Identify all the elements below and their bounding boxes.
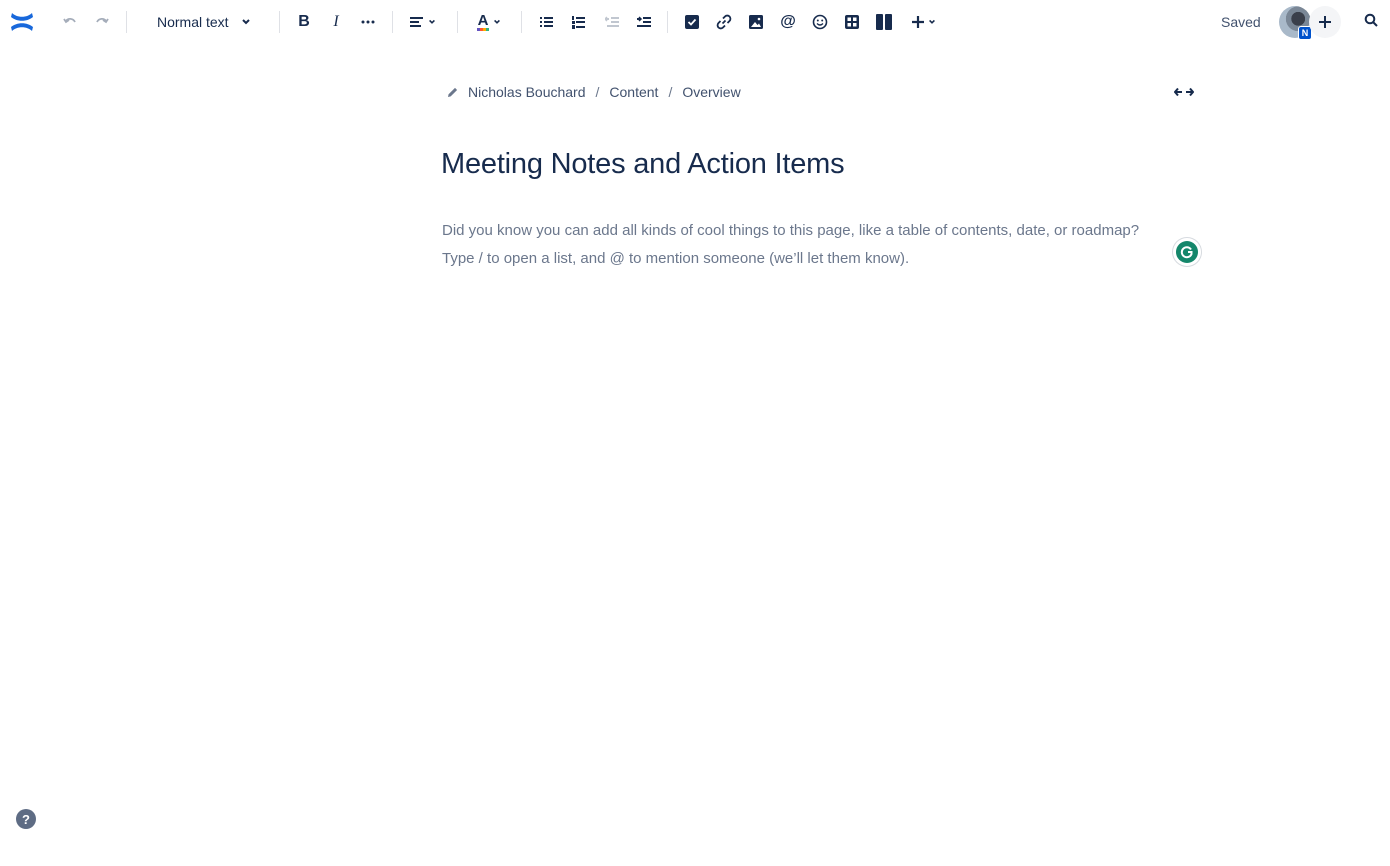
grammarly-icon — [1176, 241, 1198, 263]
layouts-button[interactable] — [872, 8, 896, 36]
expand-width-icon — [1174, 87, 1194, 97]
bold-icon: B — [298, 13, 310, 30]
checkbox-icon — [685, 15, 699, 29]
redo-button[interactable] — [90, 8, 114, 36]
image-button[interactable] — [744, 8, 768, 36]
link-button[interactable] — [712, 8, 736, 36]
redo-icon — [96, 17, 109, 24]
align-left-icon — [410, 17, 423, 27]
mention-icon: @ — [780, 13, 796, 30]
text-style-label: Normal text — [157, 14, 229, 30]
image-icon — [749, 15, 763, 29]
invite-button[interactable] — [1309, 6, 1341, 38]
link-icon — [716, 14, 732, 30]
indent-button[interactable] — [632, 8, 656, 36]
bullet-list-button[interactable] — [535, 8, 559, 36]
text-color-dropdown[interactable]: A — [471, 8, 507, 36]
search-button[interactable] — [1364, 13, 1378, 32]
breadcrumb-separator: / — [595, 84, 600, 100]
insert-dropdown[interactable] — [906, 8, 940, 36]
more-formatting-button[interactable] — [356, 8, 380, 36]
undo-button[interactable] — [58, 8, 82, 36]
confluence-logo-icon — [11, 13, 33, 31]
page-title[interactable]: Meeting Notes and Action Items — [441, 148, 845, 181]
placeholder-line: Type / to open a list, and @ to mention … — [442, 250, 910, 267]
search-icon — [1364, 13, 1378, 27]
editor-body[interactable]: Did you know you can add all kinds of co… — [442, 217, 1202, 273]
color-swatch-bar — [477, 27, 489, 31]
more-formatting-icon — [361, 20, 375, 24]
emoji-icon — [812, 14, 828, 30]
plus-icon — [911, 16, 924, 28]
chevron-down-icon — [494, 19, 500, 24]
layout-icon — [876, 14, 892, 30]
toolbar-divider — [667, 11, 668, 33]
breadcrumb-item-content[interactable]: Content — [609, 84, 658, 100]
table-icon — [845, 15, 859, 29]
confluence-logo[interactable] — [9, 9, 35, 35]
avatar[interactable]: N — [1279, 6, 1312, 40]
editor-toolbar: Normal text B I A @ Saved N — [0, 0, 1390, 45]
toolbar-divider — [392, 11, 393, 33]
bullet-list-icon — [540, 17, 553, 27]
breadcrumb-item-user[interactable]: Nicholas Bouchard — [468, 84, 586, 100]
toolbar-divider — [457, 11, 458, 33]
chevron-down-icon — [429, 19, 435, 24]
breadcrumb-separator: / — [668, 84, 673, 100]
alignment-dropdown[interactable] — [405, 8, 441, 36]
action-item-button[interactable] — [680, 8, 704, 36]
bold-button[interactable]: B — [292, 8, 316, 36]
emoji-button[interactable] — [808, 8, 832, 36]
numbered-list-button[interactable] — [567, 8, 591, 36]
table-button[interactable] — [840, 8, 864, 36]
toolbar-divider — [279, 11, 280, 33]
save-status: Saved — [1221, 14, 1261, 30]
outdent-button[interactable] — [600, 8, 624, 36]
outdent-icon — [605, 16, 619, 27]
italic-icon: I — [333, 13, 339, 30]
chevron-down-icon — [928, 19, 935, 24]
numbered-list-icon — [572, 15, 585, 29]
plus-icon — [1319, 16, 1331, 28]
text-color-icon: A — [477, 11, 489, 31]
toolbar-divider — [521, 11, 522, 33]
italic-button[interactable]: I — [324, 8, 348, 36]
full-width-toggle[interactable] — [1172, 84, 1196, 100]
breadcrumb-item-overview[interactable]: Overview — [682, 84, 740, 100]
indent-icon — [637, 16, 651, 27]
toolbar-divider — [126, 11, 127, 33]
undo-icon — [63, 17, 76, 24]
pencil-icon — [446, 86, 459, 99]
grammarly-button[interactable] — [1173, 238, 1201, 266]
placeholder-line: Did you know you can add all kinds of co… — [442, 222, 1140, 239]
mention-button[interactable]: @ — [776, 8, 800, 36]
text-style-dropdown[interactable]: Normal text — [147, 8, 261, 36]
breadcrumb: Nicholas Bouchard / Content / Overview — [446, 84, 741, 100]
help-button[interactable]: ? — [16, 809, 36, 829]
chevron-down-icon — [241, 19, 250, 25]
help-icon: ? — [22, 811, 30, 827]
text-color-letter: A — [477, 11, 489, 29]
